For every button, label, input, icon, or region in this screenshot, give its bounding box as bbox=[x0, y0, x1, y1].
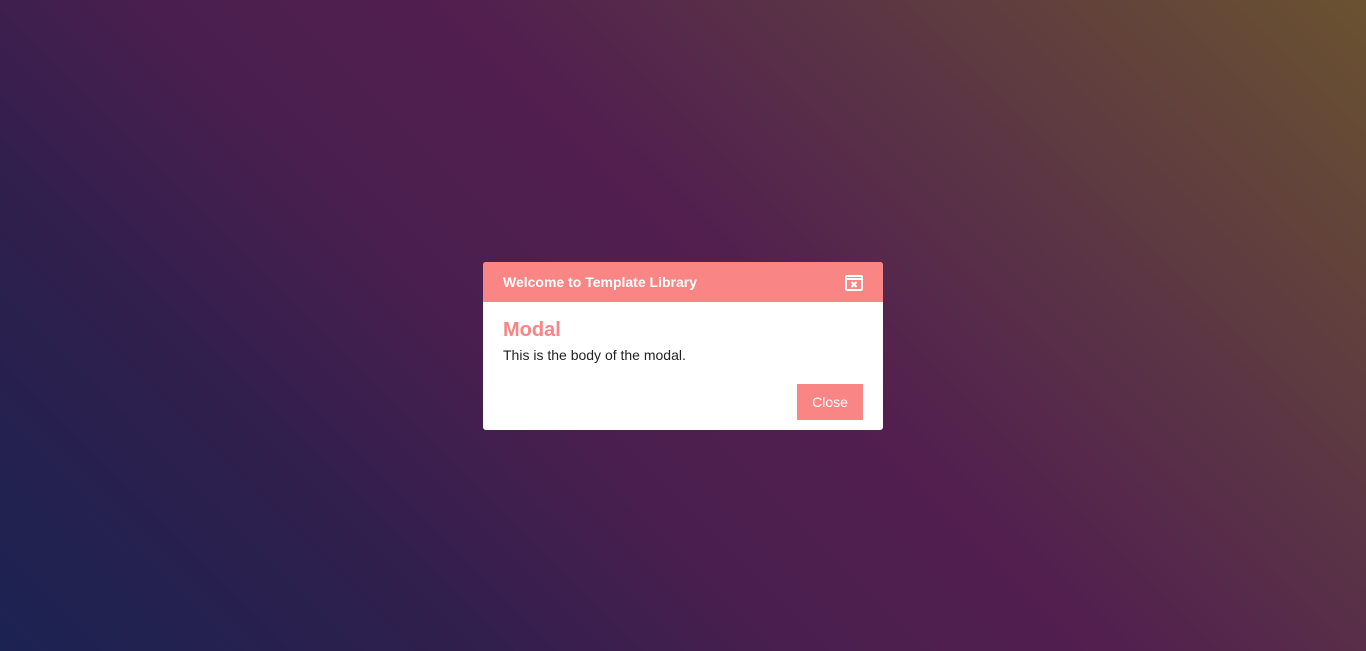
close-button[interactable]: Close bbox=[797, 384, 863, 420]
modal-dialog: Welcome to Template Library Modal This i… bbox=[483, 262, 883, 430]
close-icon[interactable] bbox=[845, 274, 863, 292]
modal-body: Modal This is the body of the modal. bbox=[483, 302, 883, 364]
modal-body-text: This is the body of the modal. bbox=[503, 347, 686, 363]
modal-heading: Modal bbox=[503, 319, 561, 341]
modal-title: Welcome to Template Library bbox=[503, 274, 697, 290]
modal-header: Welcome to Template Library bbox=[483, 262, 883, 302]
